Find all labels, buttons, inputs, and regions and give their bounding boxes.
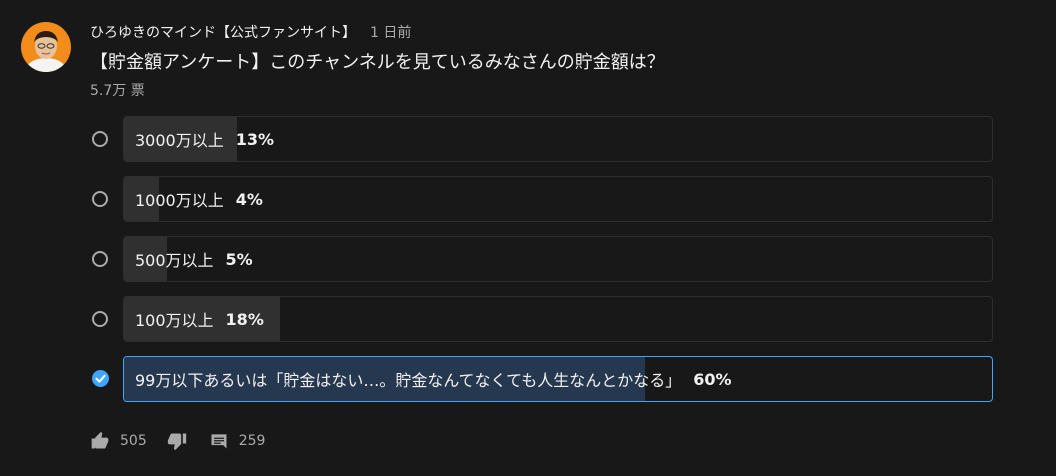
- engagement-bar: 505 259: [90, 430, 265, 452]
- channel-name[interactable]: ひろゆきのマインド【公式ファンサイト】: [90, 22, 356, 42]
- poll-option[interactable]: 3000万以上 13%: [90, 116, 993, 162]
- poll-option-selected[interactable]: 99万以下あるいは「貯金はない…。貯金なんてなくても人生なんとかなる」 60%: [90, 356, 993, 402]
- option-label: 1000万以上: [135, 191, 224, 210]
- option-box[interactable]: 500万以上 5%: [123, 236, 993, 282]
- like-button[interactable]: 505: [90, 431, 147, 451]
- option-percent: 18%: [225, 309, 264, 329]
- radio-button-icon[interactable]: [92, 311, 108, 327]
- option-label: 3000万以上: [135, 131, 224, 150]
- dislike-button[interactable]: [167, 431, 187, 451]
- vote-count: 5.7万 票: [90, 83, 145, 99]
- thumbs-down-icon[interactable]: [167, 431, 187, 451]
- poll-option[interactable]: 100万以上 18%: [90, 296, 993, 342]
- comment-count: 259: [238, 433, 266, 449]
- like-count: 505: [120, 433, 147, 449]
- check-icon: [95, 374, 106, 383]
- option-percent: 13%: [235, 129, 275, 149]
- option-box[interactable]: 100万以上 18%: [123, 296, 993, 342]
- radio-button-icon[interactable]: [92, 191, 108, 207]
- avatar-image: [21, 22, 71, 72]
- option-box[interactable]: 3000万以上 13%: [123, 116, 993, 162]
- radio-button-icon[interactable]: [92, 131, 108, 147]
- option-label: 99万以下あるいは「貯金はない…。貯金なんてなくても人生なんとかなる」: [135, 371, 682, 390]
- post-text: 【貯金額アンケート】このチャンネルを見ているみなさんの貯金額は？: [90, 52, 665, 73]
- post-header: ひろゆきのマインド【公式ファンサイト】 1 日前: [90, 22, 411, 42]
- option-box[interactable]: 1000万以上 4%: [123, 176, 993, 222]
- comment-icon[interactable]: [209, 431, 229, 451]
- option-box[interactable]: 99万以下あるいは「貯金はない…。貯金なんてなくても人生なんとかなる」 60%: [123, 356, 993, 402]
- post-time[interactable]: 1 日前: [370, 22, 411, 42]
- option-percent: 4%: [235, 189, 263, 209]
- channel-avatar[interactable]: [21, 22, 71, 72]
- thumbs-up-icon[interactable]: [90, 431, 110, 451]
- option-label: 100万以上: [135, 311, 214, 330]
- option-label: 500万以上: [135, 251, 214, 270]
- radio-button-icon[interactable]: [92, 251, 108, 267]
- check-circle-icon[interactable]: [92, 370, 109, 387]
- comment-button[interactable]: 259: [209, 431, 266, 451]
- poll-option[interactable]: 1000万以上 4%: [90, 176, 993, 222]
- option-percent: 60%: [693, 369, 732, 389]
- poll-option[interactable]: 500万以上 5%: [90, 236, 993, 282]
- option-percent: 5%: [225, 249, 253, 269]
